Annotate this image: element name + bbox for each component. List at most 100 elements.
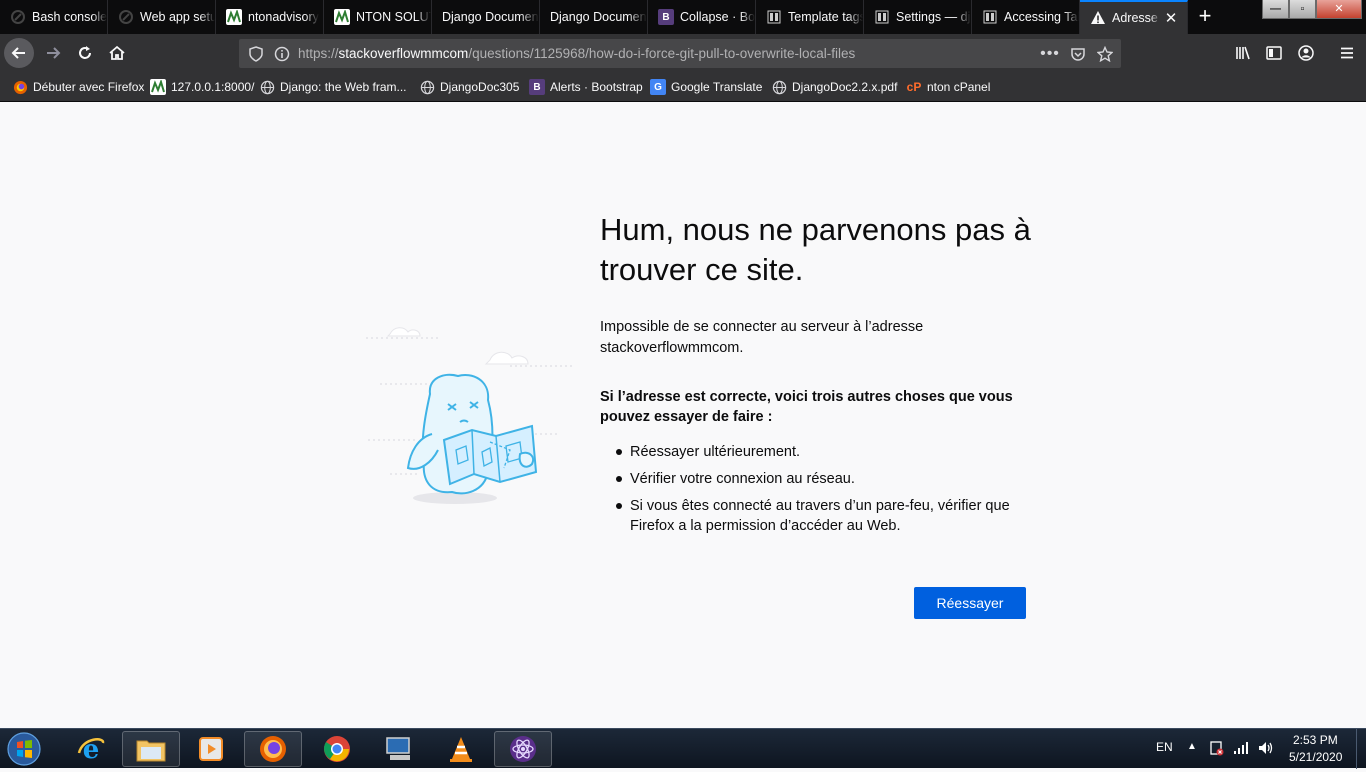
tab-nton-solutions[interactable]: NTON SOLUTIONS <box>324 0 432 34</box>
bookmark-localhost[interactable]: 127.0.0.1:8000/ <box>150 79 254 95</box>
close-tab-icon[interactable]: ✕ <box>1163 11 1179 27</box>
windows-logo-icon <box>7 732 41 766</box>
reload-button[interactable] <box>70 38 100 68</box>
taskbar-internet-explorer[interactable]: e <box>62 731 120 767</box>
error-page: Hum, nous ne parvenons pas à trouver ce … <box>0 102 1366 728</box>
tab-label: Django Documentation <box>442 10 539 24</box>
vlc-cone-icon <box>450 737 472 762</box>
bookmark-label: nton cPanel <box>927 80 991 94</box>
tab-strip: Bash console Web app setup ntonadvisory … <box>0 0 1366 34</box>
taskbar-vlc[interactable] <box>432 731 490 767</box>
nton-icon <box>226 9 242 25</box>
nton-icon <box>150 79 166 95</box>
globe-icon <box>419 79 435 95</box>
tab-label: Adresse introuvable <box>1112 11 1160 25</box>
bookmark-label: Django: the Web fram... <box>280 80 407 94</box>
retry-button[interactable]: Réessayer <box>914 587 1026 619</box>
maximize-button[interactable]: ▫ <box>1289 0 1316 19</box>
bookmarks-toolbar: Débuter avec Firefox 127.0.0.1:8000/ Dja… <box>0 72 1366 102</box>
taskbar-media-player[interactable] <box>182 731 240 767</box>
sidebar-button[interactable] <box>1259 38 1289 68</box>
folder-icon <box>136 740 166 762</box>
clock-time[interactable]: 2:53 PM <box>1293 733 1338 747</box>
close-window-button[interactable]: ✕ <box>1316 0 1362 19</box>
url-prefix: https:// <box>298 46 339 61</box>
library-button[interactable] <box>1228 38 1258 68</box>
bookmark-star-icon[interactable] <box>1096 45 1114 63</box>
tab-collapse-bootstrap[interactable]: B Collapse · Bootstrap <box>648 0 756 34</box>
error-title: Hum, nous ne parvenons pas à trouver ce … <box>600 212 1031 287</box>
minimize-button[interactable]: — <box>1262 0 1289 19</box>
list-item: Vérifier votre connexion au réseau. <box>612 469 1032 489</box>
internet-explorer-icon: e <box>77 735 105 765</box>
new-tab-button[interactable]: + <box>1193 4 1217 28</box>
tab-web-app-setup[interactable]: Web app setup <box>108 0 216 34</box>
tab-ntonadvisory[interactable]: ntonadvisory <box>216 0 324 34</box>
account-icon <box>1298 45 1314 61</box>
account-button[interactable] <box>1291 38 1321 68</box>
language-indicator[interactable]: EN <box>1156 740 1173 754</box>
show-hidden-icons[interactable]: ▲ <box>1187 741 1197 752</box>
chrome-icon <box>324 736 350 762</box>
bookmark-label: Débuter avec Firefox <box>33 80 145 94</box>
tab-label: Collapse · Bootstrap <box>680 10 755 24</box>
bookmark-nton-cpanel[interactable]: cP nton cPanel <box>906 79 991 95</box>
error-description: Impossible de se connecter au serveur à … <box>600 319 924 356</box>
url-text[interactable]: https://stackoverflowmmcom/questions/112… <box>298 46 855 61</box>
bookmark-google-translate[interactable]: G Google Translate <box>650 79 762 95</box>
tab-bash-console[interactable]: Bash console <box>0 0 108 34</box>
tab-adresse-introuvable[interactable]: Adresse introuvable ✕ <box>1080 0 1188 34</box>
taskbar-atom[interactable] <box>494 731 552 767</box>
url-bar[interactable]: https://stackoverflowmmcom/questions/112… <box>239 39 1121 68</box>
suggestions-list: Réessayer ultérieurement. Vérifier votre… <box>612 442 1032 543</box>
bookmark-label: Google Translate <box>671 80 763 94</box>
sidebar-icon <box>1266 46 1282 60</box>
show-desktop-button[interactable] <box>1356 729 1366 769</box>
navigation-toolbar: https://stackoverflowmmcom/questions/112… <box>0 34 1366 72</box>
taskbar-firefox[interactable] <box>244 731 302 767</box>
list-item: Réessayer ultérieurement. <box>612 442 1032 462</box>
forward-button[interactable] <box>38 38 68 68</box>
tab-template-tags[interactable]: Template tags <box>756 0 864 34</box>
doc-icon <box>766 9 782 25</box>
start-button[interactable] <box>4 731 46 767</box>
bookmark-djangodoc-pdf[interactable]: DjangoDoc2.2.x.pdf <box>771 79 897 95</box>
tab-django-documentation-1[interactable]: Django Documentation <box>432 0 540 34</box>
action-center-icon[interactable] <box>1208 740 1224 759</box>
volume-icon[interactable] <box>1257 740 1275 759</box>
bootstrap-icon: B <box>529 79 545 95</box>
error-subtitle: Si l’adresse est correcte, voici trois a… <box>600 389 1013 425</box>
info-icon[interactable] <box>273 45 291 63</box>
remote-desktop-icon <box>386 737 410 760</box>
tracking-shield-icon[interactable] <box>247 45 265 63</box>
taskbar-file-explorer[interactable] <box>122 731 180 767</box>
page-actions-icon[interactable]: ••• <box>1040 45 1059 63</box>
bookmark-alerts-bootstrap[interactable]: B Alerts · Bootstrap <box>529 79 643 95</box>
tab-label: Template tags <box>788 10 863 24</box>
home-button[interactable] <box>102 38 132 68</box>
taskbar-remote-desktop[interactable] <box>370 731 428 767</box>
menu-button[interactable] <box>1332 38 1362 68</box>
network-icon[interactable] <box>1233 741 1249 758</box>
bookmark-django-web-framework[interactable]: Django: the Web fram... <box>259 79 407 95</box>
pocket-icon[interactable] <box>1069 45 1087 63</box>
bookmark-label: Alerts · Bootstrap <box>550 80 643 94</box>
back-button[interactable] <box>4 38 34 68</box>
tab-django-documentation-2[interactable]: Django Documentation <box>540 0 648 34</box>
hamburger-menu-icon <box>1341 47 1353 59</box>
tab-accessing-tables[interactable]: Accessing Tables <box>972 0 1080 34</box>
bookmark-debuter-firefox[interactable]: Débuter avec Firefox <box>12 79 144 95</box>
tab-settings-django[interactable]: Settings — django <box>864 0 972 34</box>
globe-icon <box>259 79 275 95</box>
clock-date[interactable]: 5/21/2020 <box>1289 750 1342 764</box>
doc-icon <box>874 9 890 25</box>
pythonanywhere-icon <box>10 9 26 25</box>
globe-icon <box>771 79 787 95</box>
reload-icon <box>79 46 91 59</box>
tab-label: Settings — django <box>896 10 971 24</box>
media-player-icon <box>199 737 223 761</box>
taskbar-chrome[interactable] <box>308 731 366 767</box>
windows-taskbar: e EN ▲ 2:53 PM 5/21/2020 <box>0 728 1366 769</box>
tab-label: Accessing Tables <box>1004 10 1079 24</box>
bookmark-djangodoc305[interactable]: DjangoDoc305 <box>419 79 519 95</box>
